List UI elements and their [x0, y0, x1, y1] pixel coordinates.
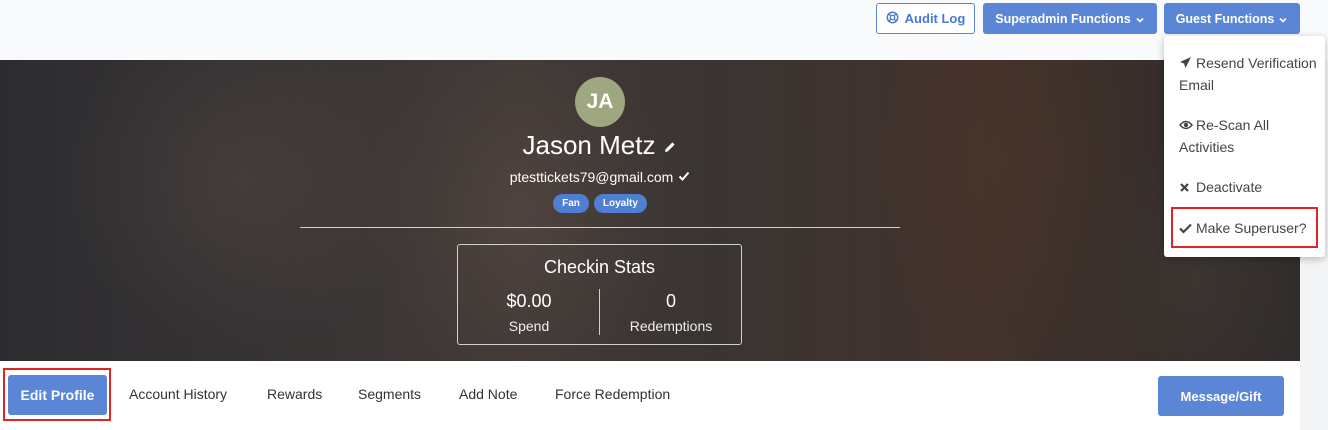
verified-check-icon — [678, 169, 690, 185]
tab-force-redemption[interactable]: Force Redemption — [555, 386, 670, 402]
audit-log-label: Audit Log — [904, 11, 966, 26]
spend-stat: $0.00 Spend — [458, 291, 600, 334]
tag-badge[interactable]: Fan — [553, 194, 589, 213]
tag-badge[interactable]: Loyalty — [593, 194, 647, 213]
tab-account-history[interactable]: Account History — [129, 386, 227, 402]
checkin-stats-card: Checkin Stats $0.00 Spend 0 Redemptions — [457, 244, 742, 345]
profile-name-row: Jason Metz — [400, 130, 800, 161]
pencil-icon[interactable] — [663, 130, 677, 161]
avatar: JA — [575, 77, 625, 127]
chevron-down-icon — [1135, 14, 1145, 24]
tab-add-note[interactable]: Add Note — [459, 386, 517, 402]
tab-segments[interactable]: Segments — [358, 386, 421, 402]
paper-plane-icon — [1179, 54, 1193, 75]
eye-icon — [1179, 116, 1193, 137]
profile-email-row: ptesttickets79@gmail.com — [400, 169, 800, 185]
profile-name: Jason Metz — [522, 130, 656, 160]
divider — [300, 227, 900, 228]
redemptions-label: Redemptions — [629, 318, 713, 334]
audit-log-button[interactable]: Audit Log — [876, 3, 975, 34]
menu-item-rescan-activities[interactable]: Re-Scan All Activities — [1179, 115, 1319, 158]
menu-item-label: Resend Verification Email — [1179, 55, 1317, 93]
menu-item-resend-verification[interactable]: Resend Verification Email — [1179, 53, 1319, 96]
highlight-box — [1171, 207, 1318, 248]
guest-functions-button[interactable]: Guest Functions — [1164, 3, 1300, 34]
superadmin-functions-label: Superadmin Functions — [995, 11, 1131, 26]
profile-tags: Fan Loyalty — [400, 194, 800, 213]
x-icon — [1179, 178, 1193, 199]
edit-profile-button[interactable]: Edit Profile — [8, 375, 107, 415]
life-ring-icon — [886, 11, 899, 27]
checkin-stats-title: Checkin Stats — [543, 257, 656, 277]
menu-item-label: Deactivate — [1196, 179, 1263, 195]
menu-item-deactivate[interactable]: Deactivate — [1179, 177, 1319, 199]
redemptions-value: 0 — [665, 291, 676, 311]
spend-label: Spend — [508, 318, 550, 334]
guest-functions-label: Guest Functions — [1175, 11, 1275, 26]
superadmin-functions-button[interactable]: Superadmin Functions — [983, 3, 1157, 34]
profile-email: ptesttickets79@gmail.com — [509, 169, 674, 185]
spend-value: $0.00 — [506, 291, 552, 311]
tab-rewards[interactable]: Rewards — [267, 386, 322, 402]
redemptions-stat: 0 Redemptions — [600, 291, 742, 334]
chevron-down-icon — [1278, 14, 1288, 24]
message-gift-button[interactable]: Message/Gift — [1158, 376, 1284, 416]
profile-hero: JA Jason Metz ptesttickets79@gmail.com F… — [0, 60, 1300, 361]
